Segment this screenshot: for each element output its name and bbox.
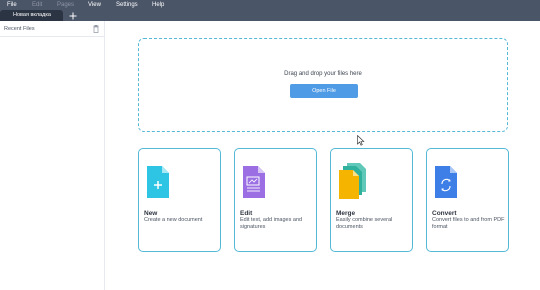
card-edit-title: Edit <box>240 210 253 217</box>
open-file-button[interactable]: Open File <box>290 84 358 98</box>
add-tab-button[interactable] <box>67 11 79 21</box>
menu-help[interactable]: Help <box>152 0 164 10</box>
tab-label: Новая вкладка <box>13 12 51 18</box>
drop-zone-text: Drag and drop your files here <box>284 71 362 77</box>
menu-file[interactable]: File <box>7 0 17 10</box>
menu-view[interactable]: View <box>88 0 101 10</box>
card-merge[interactable]: Merge Easily combine several documents <box>330 148 413 252</box>
convert-document-icon <box>435 166 457 198</box>
card-new-title: New <box>144 210 158 217</box>
trash-icon[interactable] <box>93 25 99 33</box>
menu-pages[interactable]: Pages <box>57 0 74 10</box>
card-edit-description: Edit text, add images and signatures <box>240 217 303 230</box>
sidebar: Recent Files <box>0 21 105 290</box>
recent-files-title: Recent Files <box>4 26 35 32</box>
plus-icon <box>69 12 77 20</box>
card-new-description: Create a new document <box>144 217 203 223</box>
card-merge-description: Easily combine several documents <box>336 217 393 230</box>
menu-edit[interactable]: Edit <box>32 0 42 10</box>
card-convert-description: Convert files to and from PDF format <box>432 217 505 230</box>
sidebar-header: Recent Files <box>0 21 104 37</box>
menu-settings[interactable]: Settings <box>116 0 138 10</box>
merge-documents-icon <box>339 163 366 199</box>
top-bar: File Edit Pages View Settings Help Новая… <box>0 0 540 21</box>
card-convert-title: Convert <box>432 210 457 217</box>
mouse-cursor-icon <box>357 135 365 146</box>
new-document-icon <box>147 166 169 198</box>
tab-new[interactable]: Новая вкладка <box>0 10 63 21</box>
card-merge-title: Merge <box>336 210 356 217</box>
main-area: Drag and drop your files here Open File … <box>106 21 540 290</box>
drop-zone[interactable]: Drag and drop your files here Open File <box>138 38 508 132</box>
card-edit[interactable]: Edit Edit text, add images and signature… <box>234 148 317 252</box>
edit-document-icon <box>243 166 265 198</box>
card-new[interactable]: New Create a new document <box>138 148 221 252</box>
card-convert[interactable]: Convert Convert files to and from PDF fo… <box>426 148 509 252</box>
